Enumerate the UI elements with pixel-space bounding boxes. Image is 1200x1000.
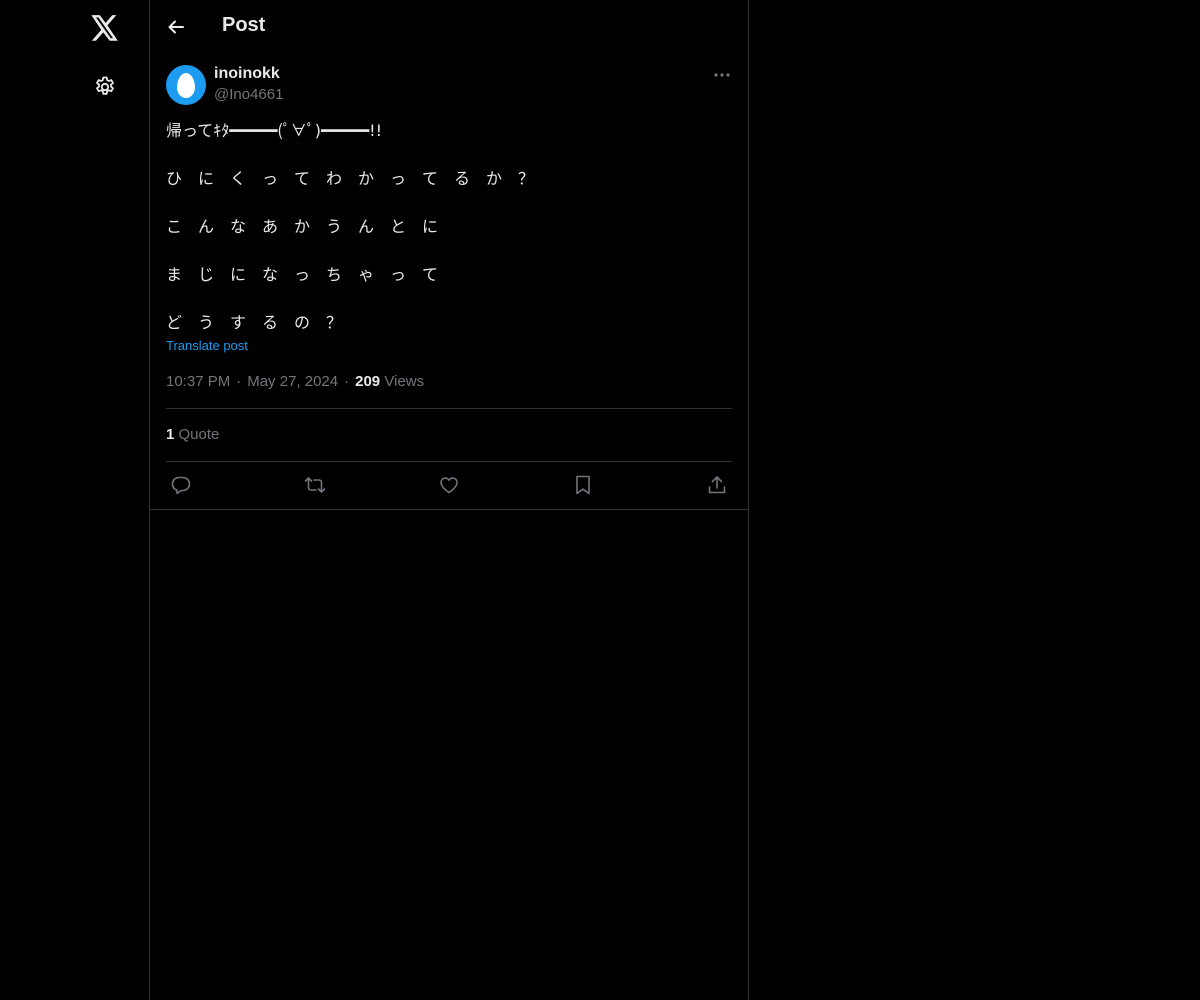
repost-icon (304, 475, 326, 495)
divider (150, 509, 748, 510)
post-date[interactable]: May 27, 2024 (247, 373, 338, 390)
left-nav-rail (0, 0, 150, 1000)
divider (166, 461, 732, 462)
x-logo-icon[interactable] (90, 13, 120, 43)
post-line: ひ に く っ て わ か っ て る か ？ (166, 169, 535, 188)
avatar[interactable] (166, 65, 206, 105)
more-options-button[interactable] (711, 65, 733, 85)
post-text: 帰ってｷﾀ━━━━━(ﾟ∀ﾟ)━━━━━!! ひ に く っ て わ か っ て… (166, 119, 732, 359)
default-egg-avatar-icon (177, 72, 195, 98)
reply-icon (171, 475, 191, 495)
heart-icon (439, 475, 459, 495)
post-line: ど う す る の ？ (166, 313, 343, 332)
bookmark-button[interactable] (572, 474, 594, 496)
repost-button[interactable] (304, 474, 326, 496)
translate-post-link[interactable]: Translate post (166, 338, 248, 353)
post-line: 帰ってｷﾀ━━━━━(ﾟ∀ﾟ)━━━━━!! (166, 121, 383, 140)
main-column: Post inoinokk @Ino4661 帰ってｷﾀ━━━━━(ﾟ∀ﾟ)━━… (150, 0, 749, 1000)
post-line: ま じ に な っ ち ゃ っ て (166, 265, 439, 284)
gear-icon[interactable] (92, 74, 118, 100)
like-button[interactable] (438, 474, 460, 496)
separator: · (236, 373, 242, 390)
more-dots-icon (714, 73, 730, 77)
share-icon (707, 475, 727, 495)
back-arrow-icon (167, 18, 185, 36)
page-title: Post (222, 14, 266, 36)
back-button[interactable] (164, 15, 188, 39)
post-metadata: 10:37 PM · May 27, 2024 · 209 Views (166, 373, 424, 390)
quotes-link[interactable]: 1 Quote (166, 426, 219, 443)
post-time[interactable]: 10:37 PM (166, 373, 230, 390)
author-display-name[interactable]: inoinokk (214, 65, 280, 83)
page-header: Post (150, 0, 748, 54)
views-count: 209 (355, 373, 381, 390)
bookmark-icon (574, 475, 592, 495)
separator: · (344, 373, 350, 390)
views-label: Views (384, 373, 425, 390)
author-handle[interactable]: @Ino4661 (214, 86, 283, 103)
post-line: こ ん な あ か う ん と に (166, 217, 439, 236)
share-button[interactable] (706, 474, 728, 496)
divider (166, 408, 732, 409)
quote-label: Quote (178, 426, 220, 443)
quote-count: 1 (166, 426, 175, 443)
reply-button[interactable] (170, 474, 192, 496)
